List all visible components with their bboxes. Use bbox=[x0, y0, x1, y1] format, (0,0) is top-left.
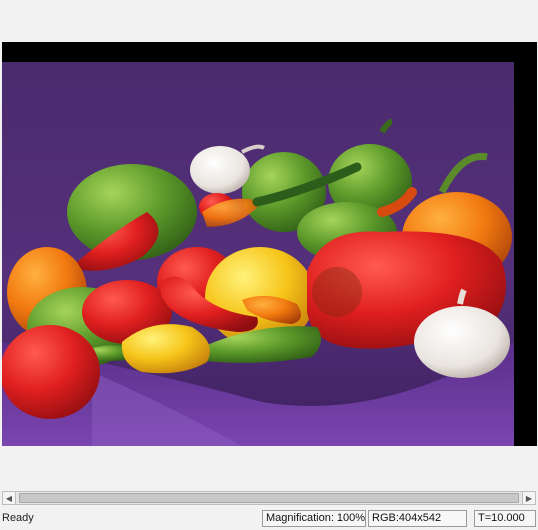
peppers-image bbox=[2, 42, 514, 446]
scroll-right-button[interactable]: ▶ bbox=[522, 492, 535, 504]
scrollbar-thumb[interactable] bbox=[19, 493, 519, 503]
status-bar: Ready Magnification: 100% RGB:404x542 T=… bbox=[0, 508, 538, 530]
image-viewer-window: ◀ ▶ Ready Magnification: 100% RGB:404x54… bbox=[0, 0, 538, 530]
time-field: T=10.000 bbox=[474, 510, 536, 527]
horizontal-scrollbar[interactable]: ◀ ▶ bbox=[2, 491, 536, 505]
rgb-size-field: RGB:404x542 bbox=[368, 510, 467, 527]
status-message: Ready bbox=[2, 512, 34, 524]
magnification-field: Magnification: 100% bbox=[262, 510, 366, 527]
image-viewport[interactable] bbox=[2, 42, 537, 446]
scroll-left-button[interactable]: ◀ bbox=[3, 492, 16, 504]
chevron-right-icon: ▶ bbox=[525, 493, 533, 503]
chevron-left-icon: ◀ bbox=[5, 493, 13, 503]
